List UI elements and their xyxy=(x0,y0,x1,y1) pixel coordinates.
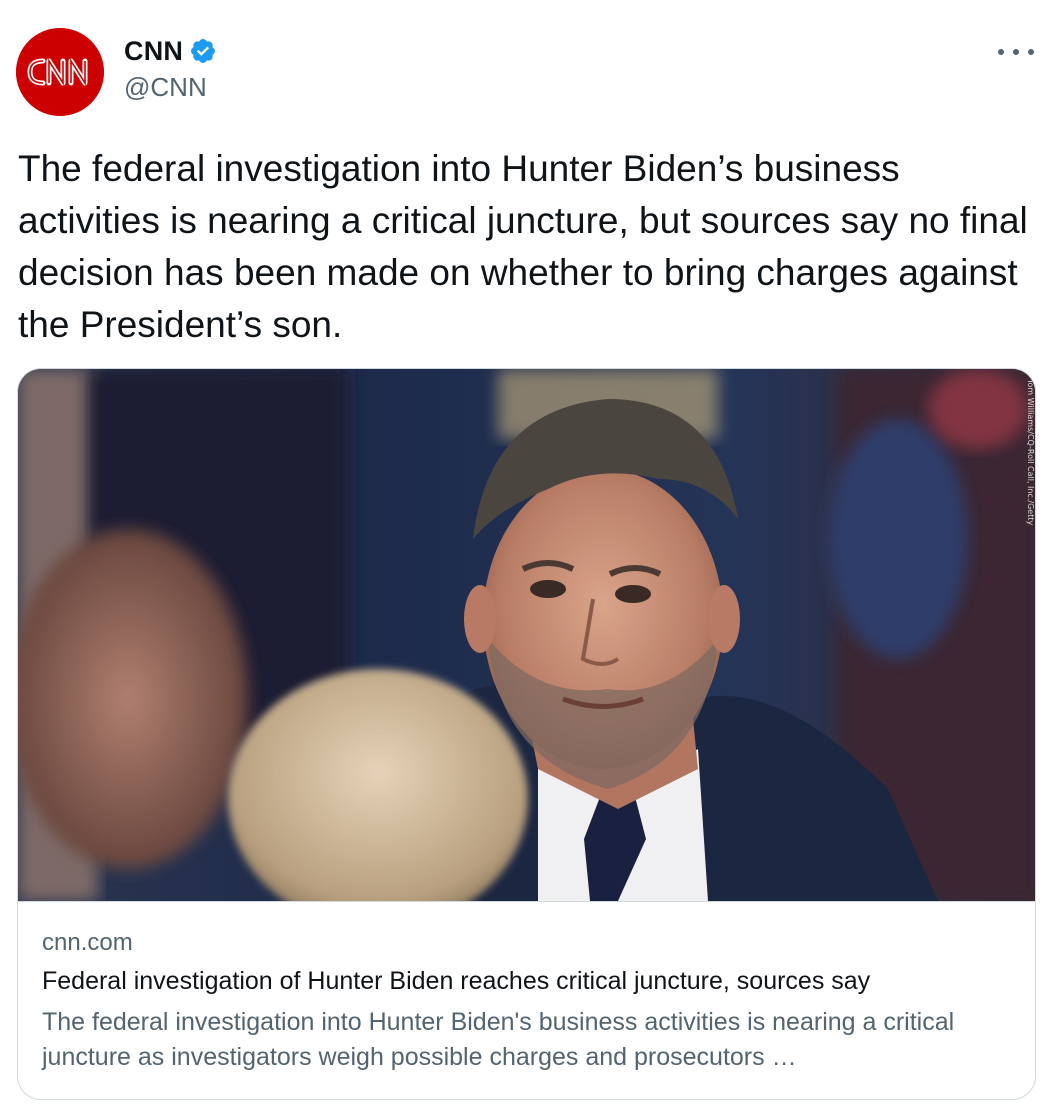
author-info: CNN @CNN xyxy=(124,34,217,103)
news-photo: Tom Williams/CQ-Roll Call, Inc./Getty xyxy=(18,369,1035,901)
card-title[interactable]: Federal investigation of Hunter Biden re… xyxy=(42,967,1012,996)
card-description: The federal investigation into Hunter Bi… xyxy=(42,1008,955,1071)
more-options-icon[interactable] xyxy=(998,40,1034,64)
more-dot xyxy=(1013,49,1019,55)
card-domain: cnn.com xyxy=(42,929,133,956)
card-image: Tom Williams/CQ-Roll Call, Inc./Getty xyxy=(18,369,1035,902)
more-dot xyxy=(998,49,1004,55)
name-row: CNN xyxy=(124,34,217,68)
verified-badge-icon xyxy=(189,37,217,65)
more-dot xyxy=(1028,49,1034,55)
display-name[interactable]: CNN xyxy=(124,36,183,67)
handle[interactable]: @CNN xyxy=(124,72,217,103)
photo-credit: Tom Williams/CQ-Roll Call, Inc./Getty xyxy=(1026,378,1035,525)
link-card[interactable]: Tom Williams/CQ-Roll Call, Inc./Getty cn… xyxy=(17,368,1036,1100)
avatar[interactable] xyxy=(16,28,104,116)
tweet-text: The federal investigation into Hunter Bi… xyxy=(18,148,1028,345)
cnn-logo-icon xyxy=(16,28,104,116)
tweet: CNN @CNN The federal investigation into … xyxy=(0,0,1056,1118)
